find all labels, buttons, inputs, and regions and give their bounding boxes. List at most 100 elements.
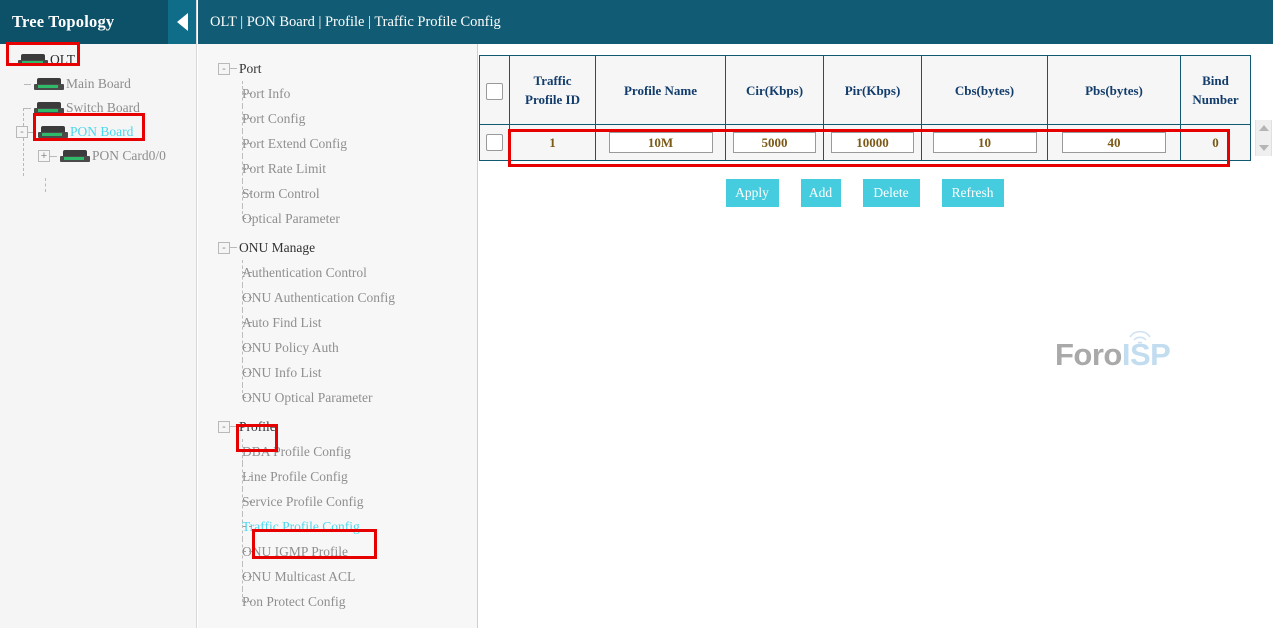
refresh-button[interactable]: Refresh	[942, 179, 1004, 207]
tree-node-label: Switch Board	[66, 100, 140, 116]
header-line-2: Number	[1185, 90, 1246, 109]
pir-input[interactable]	[831, 132, 915, 153]
menu-group-toggle[interactable]: -	[218, 421, 230, 433]
menu-item-line-profile-config[interactable]: Line Profile Config	[198, 464, 477, 489]
menu-item-traffic-profile-config[interactable]: Traffic Profile Config	[198, 514, 477, 539]
menu-branch-line	[242, 539, 252, 564]
menu-item-label: ONU Multicast ACL	[242, 569, 355, 585]
menu-item-label: ONU IGMP Profile	[242, 544, 348, 560]
select-all-header	[480, 56, 510, 125]
menu-branch-line	[242, 156, 252, 181]
sidebar-collapse-button[interactable]	[168, 0, 196, 44]
bind-number-value: 0	[1212, 135, 1219, 150]
header-line-1: Bind	[1185, 71, 1246, 90]
cbs-input[interactable]	[933, 132, 1037, 153]
cell-pbs	[1048, 125, 1181, 161]
menu-group-label: Port	[239, 61, 262, 77]
add-button[interactable]: Add	[801, 179, 841, 207]
column-header-pir: Pir(Kbps)	[824, 56, 922, 125]
column-header-pbs: Pbs(bytes)	[1048, 56, 1181, 125]
table-row: 1	[480, 125, 1251, 161]
device-board-icon	[34, 78, 64, 91]
watermark-primary: Foro	[1055, 337, 1122, 372]
menu-branch-line	[242, 310, 252, 335]
tree-node-label: PON Card0/0	[92, 148, 166, 164]
tree-panel-header: Tree Topology	[0, 0, 196, 44]
menu-group-label: Profile	[239, 419, 276, 435]
cir-input[interactable]	[733, 132, 817, 153]
tree-node-olt[interactable]: OLT	[0, 48, 196, 72]
column-header-cbs: Cbs(bytes)	[922, 56, 1048, 125]
select-all-checkbox[interactable]	[486, 83, 503, 100]
device-olt-icon	[18, 54, 48, 67]
menu-item-label: Line Profile Config	[242, 469, 348, 485]
menu-item-label: Port Rate Limit	[242, 161, 326, 177]
menu-item-label: ONU Optical Parameter	[242, 390, 372, 406]
menu-item-label: ONU Info List	[242, 365, 322, 381]
tree-node-main-board[interactable]: Main Board	[0, 72, 196, 96]
column-header-traffic-profile-id: Traffic Profile ID	[510, 56, 596, 125]
menu-item-label: Authentication Control	[242, 265, 367, 281]
tree-topology-panel: Tree Topology OLT Main B	[0, 0, 197, 628]
menu-group-profile[interactable]: - Profile	[198, 414, 477, 439]
traffic-profile-table-wrapper: Traffic Profile ID Profile Name Cir(Kbps…	[479, 55, 1250, 161]
profile-name-input[interactable]	[609, 132, 713, 153]
menu-item-dba-profile-config[interactable]: DBA Profile Config	[198, 439, 477, 464]
tree-collapse-toggle[interactable]: -	[16, 126, 28, 138]
cell-cbs	[922, 125, 1048, 161]
tree-branch-dash	[24, 84, 31, 85]
apply-button[interactable]: Apply	[726, 179, 779, 207]
row-checkbox[interactable]	[486, 134, 503, 151]
tree-node-pon-card[interactable]: + PON Card0/0	[0, 144, 196, 168]
tree-node-pon-board[interactable]: - PON Board	[0, 120, 196, 144]
menu-item-port-config[interactable]: Port Config	[198, 106, 477, 131]
tree-branch-dash	[50, 156, 57, 157]
application-window: Tree Topology OLT Main B	[0, 0, 1273, 628]
menu-item-auto-find-list[interactable]: Auto Find List	[198, 310, 477, 335]
menu-item-onu-multicast-acl[interactable]: ONU Multicast ACL	[198, 564, 477, 589]
column-header-profile-name: Profile Name	[596, 56, 726, 125]
menu-group-port[interactable]: - Port	[198, 56, 477, 81]
pbs-input[interactable]	[1062, 132, 1166, 153]
delete-button[interactable]: Delete	[863, 179, 920, 207]
breadcrumb-bar: OLT | PON Board | Profile | Traffic Prof…	[198, 0, 1273, 44]
wifi-signal-icon	[1127, 329, 1153, 345]
table-vertical-scrollbar[interactable]	[1255, 120, 1272, 156]
menu-item-service-profile-config[interactable]: Service Profile Config	[198, 489, 477, 514]
menu-item-authentication-control[interactable]: Authentication Control	[198, 260, 477, 285]
menu-group-toggle[interactable]: -	[218, 63, 230, 75]
navigation-menu-panel: - Port Port Info Port Config Port Extend…	[198, 44, 478, 628]
menu-item-label: Pon Protect Config	[242, 594, 346, 610]
menu-item-optical-parameter[interactable]: Optical Parameter	[198, 206, 477, 231]
cell-pir	[824, 125, 922, 161]
menu-item-storm-control[interactable]: Storm Control	[198, 181, 477, 206]
menu-group-toggle[interactable]: -	[218, 242, 230, 254]
menu-item-label: Auto Find List	[242, 315, 322, 331]
menu-item-port-rate-limit[interactable]: Port Rate Limit	[198, 156, 477, 181]
menu-branch-line	[242, 131, 252, 156]
menu-item-port-extend-config[interactable]: Port Extend Config	[198, 131, 477, 156]
menu-item-label: Traffic Profile Config	[242, 519, 360, 535]
tree-node-label: OLT	[50, 52, 75, 68]
tree-expand-toggle[interactable]: +	[38, 150, 50, 162]
navigation-menu-list: - Port Port Info Port Config Port Extend…	[198, 44, 477, 614]
tree-node-switch-board[interactable]: Switch Board	[0, 96, 196, 120]
device-card-icon	[60, 150, 90, 163]
menu-item-onu-igmp-profile[interactable]: ONU IGMP Profile	[198, 539, 477, 564]
caret-down-icon[interactable]	[1259, 145, 1269, 151]
menu-item-onu-authentication-config[interactable]: ONU Authentication Config	[198, 285, 477, 310]
menu-item-onu-info-list[interactable]: ONU Info List	[198, 360, 477, 385]
menu-item-onu-policy-auth[interactable]: ONU Policy Auth	[198, 335, 477, 360]
menu-item-label: ONU Policy Auth	[242, 340, 339, 356]
menu-branch-line	[242, 514, 252, 539]
cell-traffic-profile-id: 1	[510, 125, 596, 161]
tree-branch-dash	[28, 132, 35, 133]
device-board-icon	[38, 126, 68, 139]
menu-item-pon-protect-config[interactable]: Pon Protect Config	[198, 589, 477, 614]
menu-group-onu-manage[interactable]: - ONU Manage	[198, 235, 477, 260]
menu-item-onu-optical-parameter[interactable]: ONU Optical Parameter	[198, 385, 477, 410]
caret-up-icon[interactable]	[1259, 125, 1269, 131]
tree-node-label: Main Board	[66, 76, 131, 92]
menu-item-port-info[interactable]: Port Info	[198, 81, 477, 106]
table-header-row: Traffic Profile ID Profile Name Cir(Kbps…	[480, 56, 1251, 125]
